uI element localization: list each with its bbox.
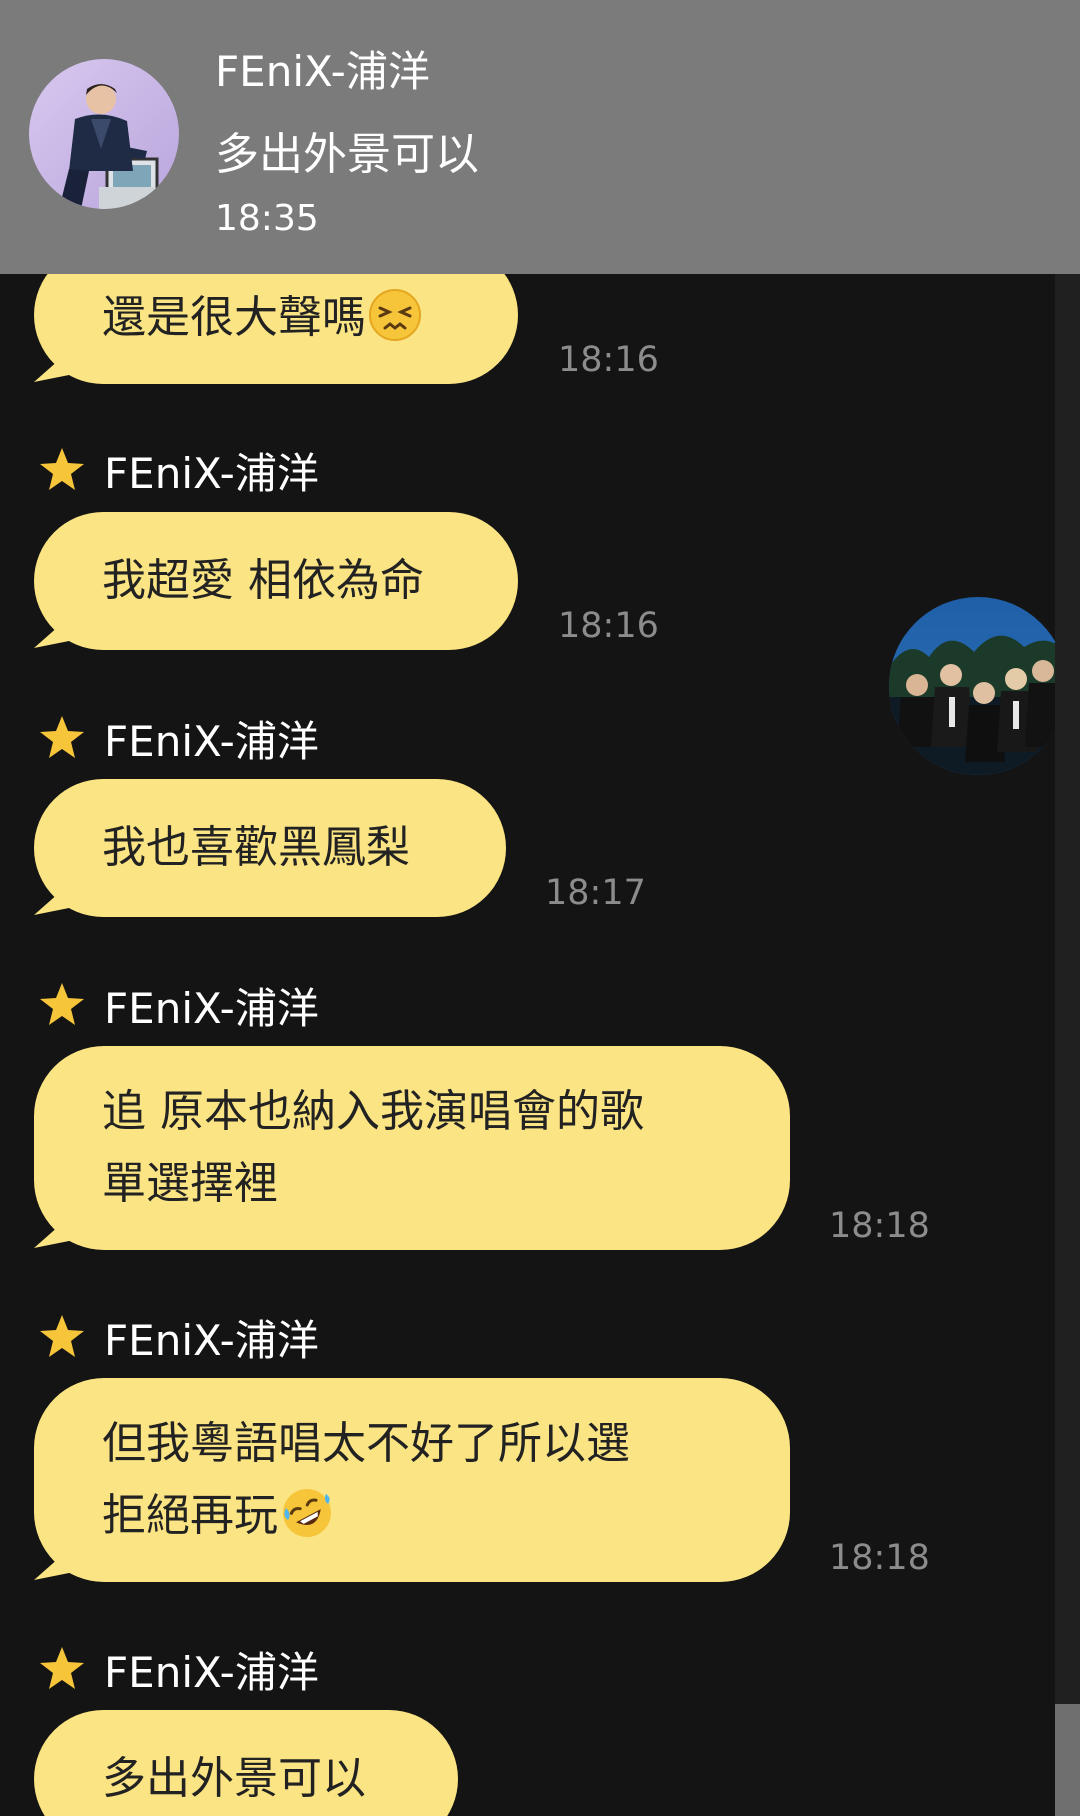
- persevering-face-icon: [369, 289, 421, 341]
- message-sender: FEniX-浦洋: [38, 710, 319, 766]
- message-text: 我也喜歡黑鳳梨: [102, 822, 410, 873]
- scrollbar[interactable]: [1055, 274, 1080, 1816]
- message-bubble[interactable]: 多出外景可以: [34, 1710, 458, 1816]
- star-icon: [40, 1315, 84, 1357]
- sender-name: FEniX-浦洋: [104, 1315, 319, 1365]
- star-icon: [40, 448, 84, 490]
- bubble-tail: [34, 885, 74, 915]
- message-time: 18:18: [829, 1206, 930, 1246]
- message-time: 18:16: [558, 340, 659, 380]
- message-text: 追 原本也納入我演唱會的歌 單選擇裡: [102, 1086, 644, 1209]
- message-sender: FEniX-浦洋: [38, 1309, 319, 1365]
- star-icon: [40, 983, 84, 1025]
- sender-avatar: [29, 59, 179, 209]
- sender-name: FEniX-浦洋: [104, 448, 319, 498]
- message-bubble[interactable]: 追 原本也納入我演唱會的歌 單選擇裡: [34, 1046, 790, 1250]
- message-time: 18:17: [545, 873, 646, 913]
- bubble-tail: [34, 352, 74, 382]
- message-sender: FEniX-浦洋: [38, 977, 319, 1033]
- rolling-on-floor-laughing-icon: [283, 1489, 331, 1537]
- notification-preview: 多出外景可以: [215, 129, 479, 180]
- sender-name: FEniX-浦洋: [104, 983, 319, 1033]
- message-bubble[interactable]: 但我粵語唱太不好了所以選 拒絕再玩: [34, 1378, 790, 1582]
- message-text: 還是很大聲嗎: [102, 282, 422, 354]
- notification-banner[interactable]: FEniX-浦洋 多出外景可以 18:35: [0, 0, 1080, 274]
- sender-name: FEniX-浦洋: [104, 1647, 319, 1697]
- bubble-tail: [34, 1550, 74, 1580]
- chat-screen: FEniX-浦洋 多出外景可以 18:35 還是很大聲嗎 18:16 FEniX…: [0, 0, 1080, 1816]
- message-bubble[interactable]: 我也喜歡黑鳳梨: [34, 779, 506, 917]
- bubble-tail: [34, 618, 74, 648]
- message-time: 18:18: [829, 1538, 930, 1578]
- group-avatar[interactable]: [889, 597, 1067, 775]
- message-text: 多出外景可以: [102, 1753, 366, 1804]
- notification-sender: FEniX-浦洋: [215, 47, 430, 96]
- message-bubble[interactable]: 我超愛 相依為命: [34, 512, 518, 650]
- message-sender: FEniX-浦洋: [38, 1641, 319, 1697]
- notification-time: 18:35: [215, 198, 319, 239]
- message-text: 我超愛 相依為命: [102, 555, 424, 606]
- scrollbar-thumb[interactable]: [1055, 1704, 1080, 1816]
- message-time: 18:16: [558, 606, 659, 646]
- message-text: 但我粵語唱太不好了所以選 拒絕再玩: [102, 1408, 630, 1552]
- bubble-tail: [34, 1218, 74, 1248]
- sender-name: FEniX-浦洋: [104, 716, 319, 766]
- star-icon: [40, 716, 84, 758]
- message-sender: FEniX-浦洋: [38, 442, 319, 498]
- star-icon: [40, 1647, 84, 1689]
